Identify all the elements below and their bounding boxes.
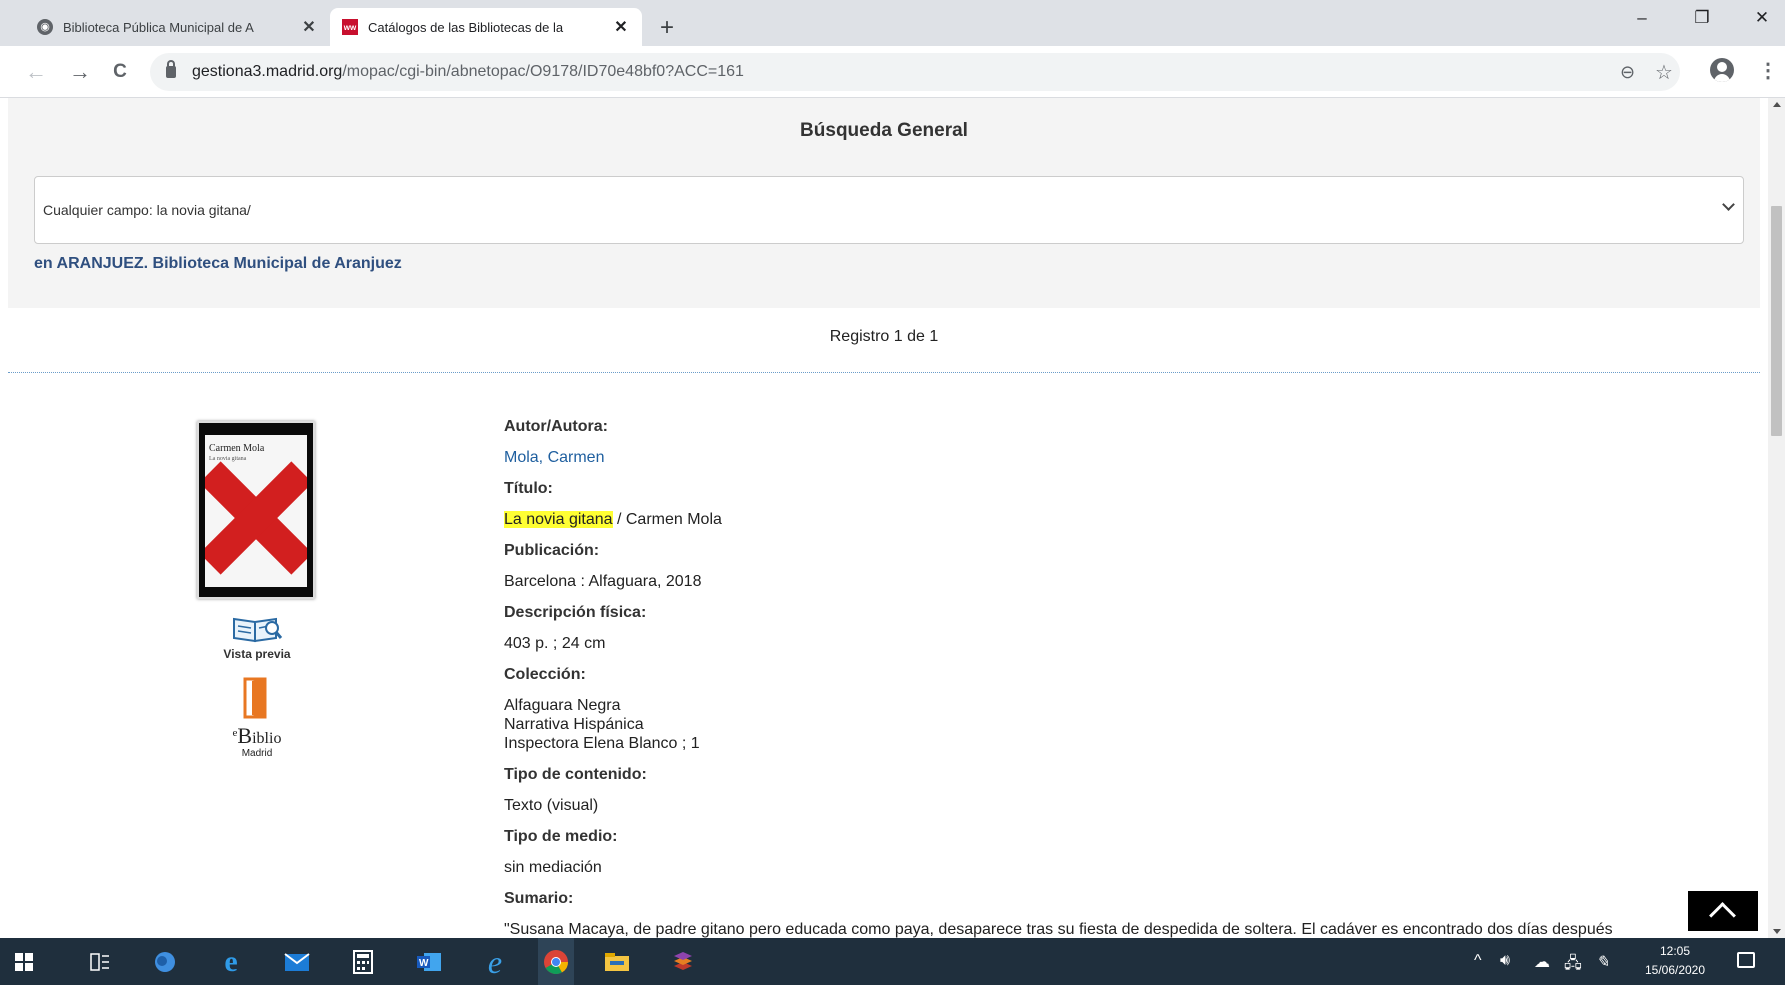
url-host: gestiona3.madrid.org <box>192 63 343 80</box>
word-icon[interactable]: W <box>415 948 443 976</box>
ebiblio-b: B <box>237 723 253 748</box>
search-criteria-value: Cualquier campo: la novia gitana/ <box>43 202 251 218</box>
edge-browser-icon[interactable]: e <box>217 945 245 978</box>
ebiblio-logo-text: eBiblio <box>222 724 292 748</box>
collection-item: Inspectora Elena Blanco ; 1 <box>504 735 700 752</box>
record-details: Autor/Autora: Mola, Carmen Título: La no… <box>504 411 1754 938</box>
lock-icon <box>166 60 176 78</box>
title-highlight: La novia gitana <box>504 511 613 528</box>
books-stack-icon[interactable] <box>669 948 697 976</box>
search-panel: Búsqueda General Cualquier campo: la nov… <box>8 98 1760 308</box>
search-heading: Búsqueda General <box>800 120 968 141</box>
pen-workspace-icon[interactable]: ✎ <box>1596 952 1609 972</box>
preview-link[interactable]: Vista previa <box>222 614 292 661</box>
taskbar-clock[interactable]: 12:05 15/06/2020 <box>1642 942 1708 980</box>
scrollbar-thumb[interactable] <box>1771 206 1782 436</box>
search-criteria-select[interactable]: Cualquier campo: la novia gitana/ <box>34 176 1744 244</box>
divider <box>8 372 1760 373</box>
summary-value: "Susana Macaya, de padre gitano pero edu… <box>504 921 1613 938</box>
page-scrollbar[interactable] <box>1768 98 1785 938</box>
open-book-magnifier-icon <box>233 617 283 643</box>
browser-menu-icon[interactable]: ⋮ <box>1758 58 1778 83</box>
cover-author: Carmen Mola <box>209 443 265 454</box>
summary-label: Sumario: <box>504 890 574 907</box>
url-path: /mopac/cgi-bin/abnetopac/O9178/ID70e48bf… <box>342 63 744 80</box>
title-label: Título: <box>504 480 553 497</box>
cover-page: Carmen Mola La novia gitana <box>205 435 307 587</box>
browser-tab-biblioteca[interactable]: ◉ Biblioteca Pública Municipal de A ✕ <box>25 8 330 46</box>
media-type-label: Tipo de medio: <box>504 828 618 845</box>
calculator-icon[interactable] <box>349 948 377 976</box>
publication-value: Barcelona : Alfaguara, 2018 <box>504 573 702 590</box>
volume-icon[interactable]: 🔊︎ <box>1500 952 1510 970</box>
tab-title: Biblioteca Pública Municipal de A <box>63 19 254 35</box>
reload-button[interactable]: C <box>108 60 132 84</box>
ebiblio-door-icon <box>243 677 267 719</box>
scroll-down-arrow-icon[interactable] <box>1773 929 1781 934</box>
title-value: La novia gitana / Carmen Mola <box>504 504 1754 535</box>
mail-icon[interactable] <box>283 948 311 976</box>
physical-description-label: Descripción física: <box>504 604 647 621</box>
collection-label: Colección: <box>504 666 586 683</box>
bookmark-star-icon[interactable]: ☆ <box>1655 60 1673 85</box>
ebiblio-sub: Madrid <box>241 748 273 759</box>
collection-values: Alfaguara Negra Narrativa Hispánica Insp… <box>504 690 1754 759</box>
chat-bubble-icon[interactable] <box>151 948 179 976</box>
content-type-value: Texto (visual) <box>504 797 599 814</box>
task-view-icon[interactable] <box>86 948 114 976</box>
new-tab-button[interactable]: + <box>660 14 674 42</box>
browser-tab-catalogos[interactable]: ww Catálogos de las Bibliotecas de la ✕ <box>330 8 642 46</box>
globe-icon: ◉ <box>37 19 53 35</box>
file-explorer-icon[interactable] <box>603 948 631 976</box>
media-type-value: sin mediación <box>504 859 602 876</box>
library-name: en ARANJUEZ. Biblioteca Municipal de Ara… <box>34 255 402 272</box>
internet-explorer-icon[interactable]: e <box>481 944 509 980</box>
content-type-label: Tipo de contenido: <box>504 766 647 783</box>
notification-center-icon[interactable] <box>1737 952 1755 968</box>
chevron-down-icon <box>1722 198 1735 211</box>
windows-start-icon[interactable] <box>10 948 38 976</box>
ebiblio-rest: iblio <box>252 730 282 747</box>
network-icon[interactable]: 🖧︎ <box>1564 952 1582 979</box>
zoom-icon[interactable]: ⊖ <box>1620 62 1635 83</box>
close-window-button[interactable]: ✕ <box>1747 8 1777 28</box>
book-cover-image[interactable]: Carmen Mola La novia gitana <box>197 421 315 599</box>
clock-time: 12:05 <box>1659 944 1691 958</box>
scroll-to-top-button[interactable] <box>1688 891 1758 931</box>
madrid-logo-icon: ww <box>342 19 358 35</box>
browser-tab-strip: ◉ Biblioteca Pública Municipal de A ✕ ww… <box>0 0 1785 46</box>
clock-date: 15/06/2020 <box>1644 963 1706 977</box>
page-content: Búsqueda General Cualquier campo: la nov… <box>0 98 1768 938</box>
cover-title: La novia gitana <box>209 456 247 462</box>
preview-label: Vista previa <box>223 647 291 661</box>
title-rest: / Carmen Mola <box>612 511 722 528</box>
tray-overflow-chevron-icon[interactable]: ^ <box>1474 952 1482 970</box>
onedrive-cloud-icon[interactable]: ☁ <box>1534 952 1550 972</box>
chrome-icon[interactable] <box>538 938 574 985</box>
author-label: Autor/Autora: <box>504 418 608 435</box>
address-bar[interactable]: gestiona3.madrid.org/mopac/cgi-bin/abnet… <box>150 53 1680 91</box>
ebiblio-link[interactable]: eBiblio Madrid <box>222 676 292 759</box>
close-tab-icon[interactable]: ✕ <box>300 17 318 37</box>
author-link[interactable]: Mola, Carmen <box>504 449 604 466</box>
forward-button[interactable]: → <box>68 60 92 84</box>
profile-avatar-icon[interactable] <box>1710 58 1734 82</box>
minimize-button[interactable]: – <box>1627 8 1657 28</box>
collection-item: Narrativa Hispánica <box>504 716 644 733</box>
restore-button[interactable]: ❐ <box>1687 8 1717 28</box>
scroll-up-arrow-icon[interactable] <box>1773 102 1781 107</box>
collection-item: Alfaguara Negra <box>504 697 621 714</box>
tab-title: Catálogos de las Bibliotecas de la <box>368 19 564 35</box>
back-button[interactable]: ← <box>24 60 48 84</box>
record-count: Registro 1 de 1 <box>829 328 939 345</box>
windows-taskbar: e W e ^ 🔊︎ ☁ 🖧︎ ✎ 12:05 15/06/2020 <box>0 938 1785 985</box>
browser-toolbar: ← → C gestiona3.madrid.org/mopac/cgi-bin… <box>0 46 1785 98</box>
publication-label: Publicación: <box>504 542 600 559</box>
close-tab-icon[interactable]: ✕ <box>612 17 630 37</box>
physical-description-value: 403 p. ; 24 cm <box>504 635 606 652</box>
svg-text:W: W <box>419 958 429 969</box>
